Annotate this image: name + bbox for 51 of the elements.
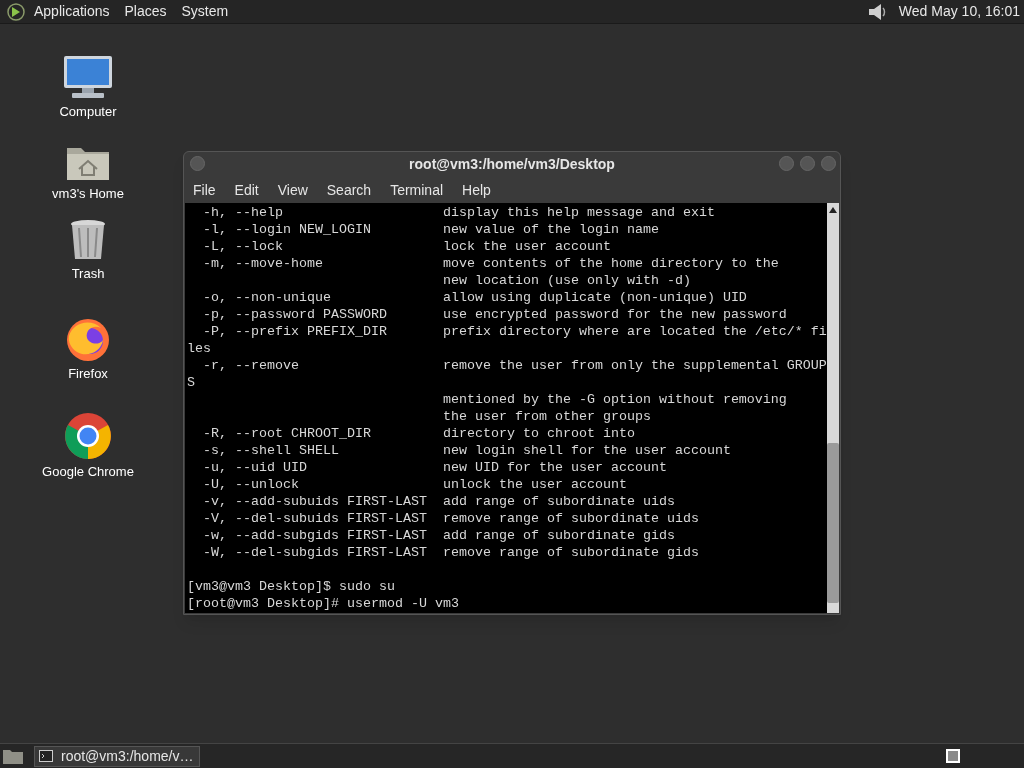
terminal-line: -s, --shell SHELL new login shell for the user account <box>202 442 731 459</box>
terminal-icon <box>39 750 53 762</box>
prompt-line: [vm3@vm3 Desktop]$ sudo su <box>186 578 395 595</box>
panel-menu[interactable]: Places <box>124 1 167 22</box>
computer-icon <box>62 54 114 100</box>
panel-menu[interactable]: Applications <box>34 1 110 22</box>
firefox-icon <box>65 316 111 362</box>
terminal-line: -u, --uid UID new UID for the user account <box>202 459 667 476</box>
menu-item[interactable]: Help <box>462 179 491 201</box>
terminal-line: -W, --del-subgids FIRST-LAST remove range of subordinate gids <box>202 544 699 561</box>
desktop-icon-label[interactable]: Google Chrome <box>42 462 134 482</box>
terminal-line: -v, --add-subuids FIRST-LAST add range of subordinate uids <box>202 493 675 510</box>
terminal-line: new location (use only with -d) <box>441 272 691 289</box>
desktop-icon-label[interactable]: Trash <box>71 264 105 284</box>
terminal-line: -U, --unlock unlock the user account <box>202 476 627 493</box>
terminal-line: -o, --non-unique allow using duplicate (non-unique) UID <box>202 289 747 306</box>
terminal-line: les <box>186 340 211 357</box>
terminal-line: -P, --prefix PREFIX_DIR prefix directory where are located the /etc/* fi <box>202 323 827 340</box>
terminal-line: S <box>186 374 195 391</box>
terminal-line: -h, --help display this help message and exit <box>202 204 715 221</box>
terminal-line: -m, --move-home move contents of the home directory to the <box>202 255 779 272</box>
scrollbar-thumb[interactable] <box>826 443 839 603</box>
folder-icon[interactable] <box>2 747 24 765</box>
terminal-line: -R, --root CHROOT_DIR directory to chroot into <box>202 425 635 442</box>
prompt-line: [root@vm3 Desktop]# usermod -U vm3 <box>186 595 459 612</box>
desktop-icon-label[interactable]: vm3's Home <box>52 184 124 204</box>
terminal-line: -V, --del-subuids FIRST-LAST remove range of subordinate uids <box>202 510 699 527</box>
terminal-line: -l, --login NEW_LOGIN new value of the login name <box>202 221 659 238</box>
scrollbar[interactable] <box>826 203 839 613</box>
menu-item[interactable]: Terminal <box>390 179 444 201</box>
menu-item[interactable]: Search <box>326 179 372 201</box>
terminal-line: the user from other groups <box>441 408 651 425</box>
workspace-switcher[interactable] <box>946 749 960 763</box>
menu-item[interactable]: View <box>277 179 308 201</box>
desktop-icon-label[interactable]: Firefox <box>68 364 108 384</box>
terminal-line: -r, --remove remove the user from only the supplemental GROUP <box>202 357 827 374</box>
terminal-line: -p, --password PASSWORD use encrypted password for the new password <box>202 306 787 323</box>
desktop-icon-label[interactable]: Computer <box>59 102 117 122</box>
terminal-line: -w, --add-subgids FIRST-LAST add range of subordinate gids <box>202 527 675 544</box>
panel-menu[interactable]: System <box>181 1 229 22</box>
terminal-line: -L, --lock lock the user account <box>202 238 611 255</box>
taskbar-button[interactable]: root@vm3:/home/v… <box>34 745 200 767</box>
scroll-up-icon[interactable] <box>827 205 838 215</box>
logo-icon <box>6 1 26 22</box>
chrome-icon <box>64 412 112 460</box>
menu-item[interactable]: Edit <box>234 179 259 201</box>
menu-item[interactable]: File <box>193 179 216 201</box>
clock[interactable]: Wed May 10, 16:01 <box>898 1 1020 22</box>
trash-icon <box>69 218 107 262</box>
terminal-line: mentioned by the -G option without removing <box>441 391 787 408</box>
window-title: root@vm3:/home/vm3/Desktop <box>409 155 615 174</box>
